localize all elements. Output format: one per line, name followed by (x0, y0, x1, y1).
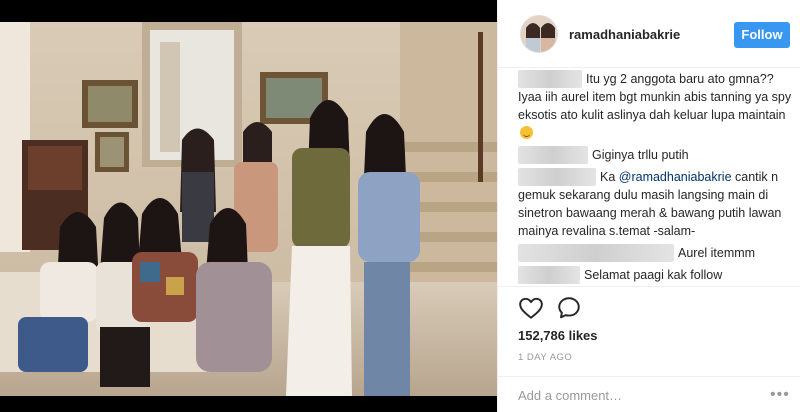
username-link[interactable]: ramadhaniabakrie (569, 27, 680, 42)
mention-link[interactable]: @ramadhaniabakrie (619, 170, 732, 184)
comment-item: Giginya trllu putih (518, 146, 796, 164)
post-photo[interactable] (0, 22, 497, 396)
blurred-commenter-name[interactable] (518, 244, 674, 262)
post-side-panel: ramadhaniabakrie Follow Itu yg 2 anggota… (497, 0, 800, 412)
photo-letterbox-top (0, 0, 497, 22)
speech-bubble-icon[interactable] (556, 295, 582, 321)
blurred-commenter-name[interactable] (518, 168, 596, 186)
blurred-commenter-name[interactable] (518, 266, 580, 284)
comment-input[interactable] (518, 386, 748, 404)
more-options-icon[interactable]: ••• (770, 387, 790, 403)
comment-item: Ka @ramadhaniabakrie cantik n gemuk seka… (518, 168, 796, 240)
post-header: ramadhaniabakrie Follow (498, 0, 800, 68)
comment-item: Selamat paagi kak follow (518, 266, 796, 284)
like-count[interactable]: 152,786 likes (518, 328, 598, 343)
comment-text: Giginya trllu putih (592, 148, 689, 162)
photo-letterbox-bottom (0, 396, 497, 412)
comment-item: Aurel itemmm (518, 244, 796, 262)
blurred-commenter-name[interactable] (518, 146, 588, 164)
add-comment-bar: ••• (498, 376, 800, 412)
comment-list: Itu yg 2 anggota baru ato gmna?? Iyaa ii… (518, 68, 796, 286)
comment-text: Selamat paagi kak follow (584, 268, 723, 282)
follow-button[interactable]: Follow (734, 22, 790, 48)
grinning-face-emoji (520, 126, 533, 139)
heart-icon[interactable] (518, 295, 544, 321)
comment-text: Ka (600, 170, 619, 184)
blurred-commenter-name[interactable] (518, 70, 582, 88)
comment-item: Itu yg 2 anggota baru ato gmna?? Iyaa ii… (518, 70, 796, 142)
post-timestamp: 1 DAY AGO (518, 352, 573, 363)
comment-text: Aurel itemmm (678, 246, 756, 260)
avatar[interactable] (520, 15, 558, 53)
